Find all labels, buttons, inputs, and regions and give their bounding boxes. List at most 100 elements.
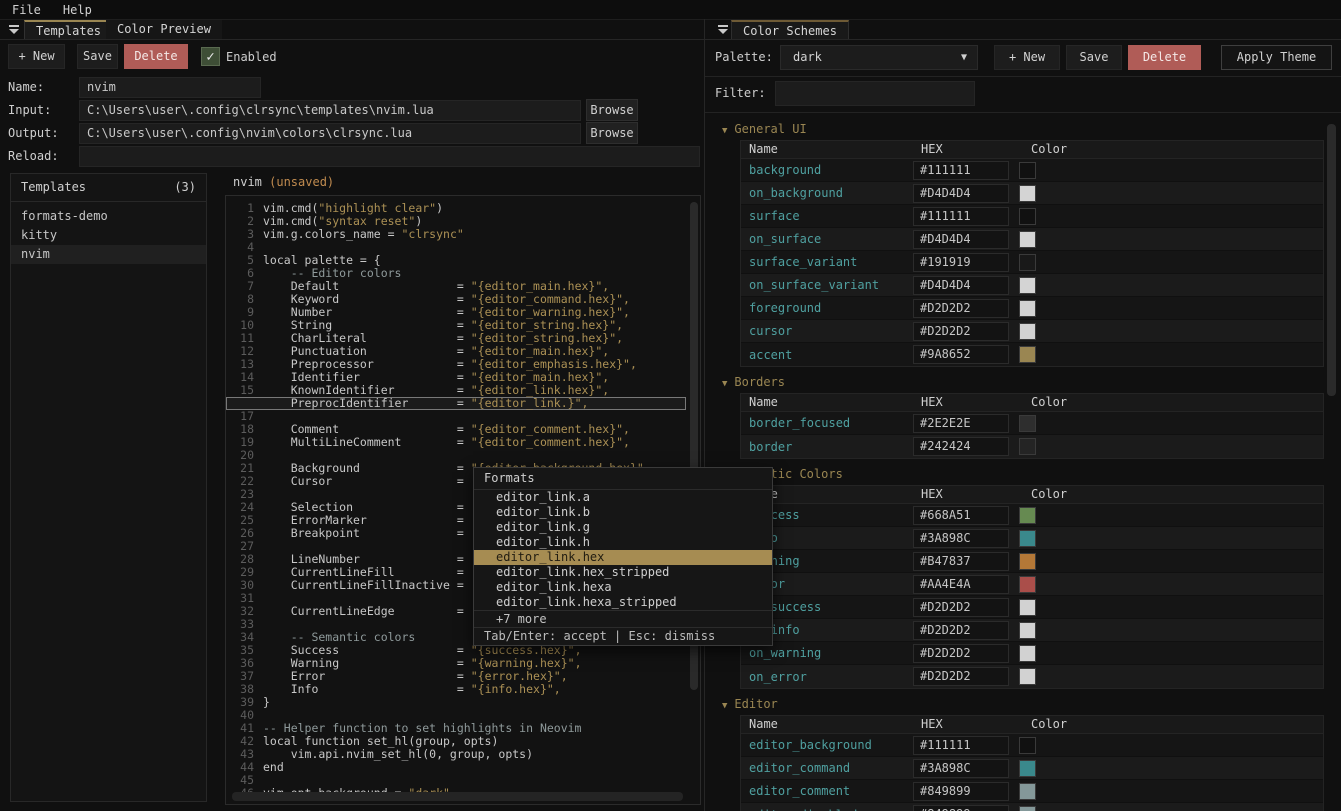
hex-value-input[interactable]: #191919 (913, 253, 1009, 272)
section-header[interactable]: ▼Semantic Colors (722, 466, 1341, 482)
output-path-input[interactable]: C:\Users\user\.config\nvim\colors\clrsyn… (79, 123, 581, 144)
color-swatch[interactable] (1019, 300, 1036, 317)
color-swatch[interactable] (1019, 185, 1036, 202)
hex-value-input[interactable]: #3A898C (913, 529, 1009, 548)
section-collapse-icon[interactable]: ▼ (722, 701, 727, 711)
color-row[interactable]: border_focused#2E2E2E (741, 412, 1323, 435)
color-swatch[interactable] (1019, 277, 1036, 294)
color-row[interactable]: on_surface#D4D4D4 (741, 228, 1323, 251)
color-row[interactable]: editor_command#3A898C (741, 757, 1323, 780)
palette-dropdown[interactable]: dark ▼ (780, 45, 978, 70)
color-row[interactable]: error#AA4E4A (741, 573, 1323, 596)
color-row[interactable]: background#111111 (741, 159, 1323, 182)
code-line[interactable]: 19 MultiLineComment = "{editor_comment.h… (226, 436, 700, 449)
code-line[interactable]: 38 Info = "{info.hex}", (226, 683, 700, 696)
code-line[interactable]: PreprocIdentifier = "{editor_link.}", (226, 397, 686, 410)
color-row[interactable]: surface#111111 (741, 205, 1323, 228)
autocomplete-item[interactable]: editor_link.hexa_stripped (474, 595, 772, 610)
autocomplete-item[interactable]: editor_link.g (474, 520, 772, 535)
hex-value-input[interactable]: #3A898C (913, 759, 1009, 778)
new-template-button[interactable]: + New (8, 44, 65, 69)
color-swatch[interactable] (1019, 208, 1036, 225)
color-row[interactable]: accent#9A8652 (741, 343, 1323, 366)
color-swatch[interactable] (1019, 231, 1036, 248)
output-browse-button[interactable]: Browse (586, 122, 638, 144)
section-collapse-icon[interactable]: ▼ (722, 379, 727, 389)
color-row[interactable]: border#242424 (741, 435, 1323, 458)
hex-value-input[interactable]: #2E2E2E (913, 414, 1009, 433)
color-filter-input[interactable]: Search colors... (775, 81, 975, 106)
menu-file[interactable]: File (12, 3, 41, 17)
section-header[interactable]: ▼Borders (722, 374, 1341, 390)
hex-value-input[interactable]: #111111 (913, 207, 1009, 226)
color-row[interactable]: editor_disabled#849899 (741, 803, 1323, 811)
hex-value-input[interactable]: #D2D2D2 (913, 322, 1009, 341)
panel-collapse-icon[interactable] (718, 25, 728, 35)
color-row[interactable]: on_success#D2D2D2 (741, 596, 1323, 619)
color-row[interactable]: success#668A51 (741, 504, 1323, 527)
hex-value-input[interactable]: #668A51 (913, 506, 1009, 525)
code-line[interactable]: 43 vim.api.nvim_set_hl(0, group, opts) (226, 748, 700, 761)
hex-value-input[interactable]: #111111 (913, 736, 1009, 755)
hex-value-input[interactable]: #B47837 (913, 552, 1009, 571)
hex-value-input[interactable]: #849899 (913, 805, 1009, 811)
color-swatch[interactable] (1019, 530, 1036, 547)
color-row[interactable]: editor_background#111111 (741, 734, 1323, 757)
hex-value-input[interactable]: #849899 (913, 782, 1009, 801)
color-row[interactable]: warning#B47837 (741, 550, 1323, 573)
autocomplete-item[interactable]: editor_link.a (474, 490, 772, 505)
hex-value-input[interactable]: #D2D2D2 (913, 299, 1009, 318)
hex-value-input[interactable]: #D2D2D2 (913, 621, 1009, 640)
color-swatch[interactable] (1019, 760, 1036, 777)
delete-palette-button[interactable]: Delete (1128, 45, 1201, 70)
template-list-item[interactable]: nvim (11, 245, 206, 264)
color-swatch[interactable] (1019, 806, 1036, 811)
autocomplete-item[interactable]: editor_link.h (474, 535, 772, 550)
color-row[interactable]: surface_variant#191919 (741, 251, 1323, 274)
delete-template-button[interactable]: Delete (124, 44, 188, 69)
hex-value-input[interactable]: #111111 (913, 161, 1009, 180)
section-header[interactable]: ▼General UI (722, 121, 1341, 137)
reload-command-input[interactable]: Command to reload app (optional)... (79, 146, 700, 167)
code-line[interactable]: 44end (226, 761, 700, 774)
autocomplete-item[interactable]: editor_link.b (474, 505, 772, 520)
color-swatch[interactable] (1019, 254, 1036, 271)
hex-value-input[interactable]: #D4D4D4 (913, 230, 1009, 249)
editor-horizontal-scrollbar[interactable] (232, 792, 683, 801)
save-palette-button[interactable]: Save (1066, 45, 1122, 70)
color-swatch[interactable] (1019, 737, 1036, 754)
autocomplete-item[interactable]: editor_link.hex (474, 550, 772, 565)
panel-collapse-icon[interactable] (9, 25, 19, 35)
color-swatch[interactable] (1019, 645, 1036, 662)
tab-templates[interactable]: Templates (24, 20, 113, 39)
autocomplete-more[interactable]: +7 more (474, 610, 772, 627)
color-swatch[interactable] (1019, 783, 1036, 800)
color-swatch[interactable] (1019, 622, 1036, 639)
autocomplete-item[interactable]: editor_link.hexa (474, 580, 772, 595)
save-template-button[interactable]: Save (77, 44, 118, 69)
new-palette-button[interactable]: + New (994, 45, 1060, 70)
color-swatch[interactable] (1019, 553, 1036, 570)
color-row[interactable]: on_error#D2D2D2 (741, 665, 1323, 688)
name-input[interactable]: nvim (79, 77, 261, 98)
color-row[interactable]: cursor#D2D2D2 (741, 320, 1323, 343)
template-list-item[interactable]: formats-demo (11, 207, 206, 226)
enabled-checkbox[interactable]: ✓ (201, 47, 220, 66)
color-swatch[interactable] (1019, 438, 1036, 455)
autocomplete-item[interactable]: editor_link.hex_stripped (474, 565, 772, 580)
hex-value-input[interactable]: #D2D2D2 (913, 598, 1009, 617)
color-swatch[interactable] (1019, 323, 1036, 340)
color-swatch[interactable] (1019, 507, 1036, 524)
color-row[interactable]: on_background#D4D4D4 (741, 182, 1323, 205)
tab-color-schemes[interactable]: Color Schemes (731, 20, 849, 39)
color-swatch[interactable] (1019, 599, 1036, 616)
hex-value-input[interactable]: #D4D4D4 (913, 184, 1009, 203)
menu-help[interactable]: Help (63, 3, 92, 17)
input-browse-button[interactable]: Browse (586, 99, 638, 121)
hex-value-input[interactable]: #AA4E4A (913, 575, 1009, 594)
apply-theme-button[interactable]: Apply Theme (1221, 45, 1332, 70)
code-line[interactable]: 39} (226, 696, 700, 709)
hex-value-input[interactable]: #D2D2D2 (913, 667, 1009, 686)
color-row[interactable]: on_warning#D2D2D2 (741, 642, 1323, 665)
code-line[interactable]: 3vim.g.colors_name = "clrsync" (226, 228, 700, 241)
